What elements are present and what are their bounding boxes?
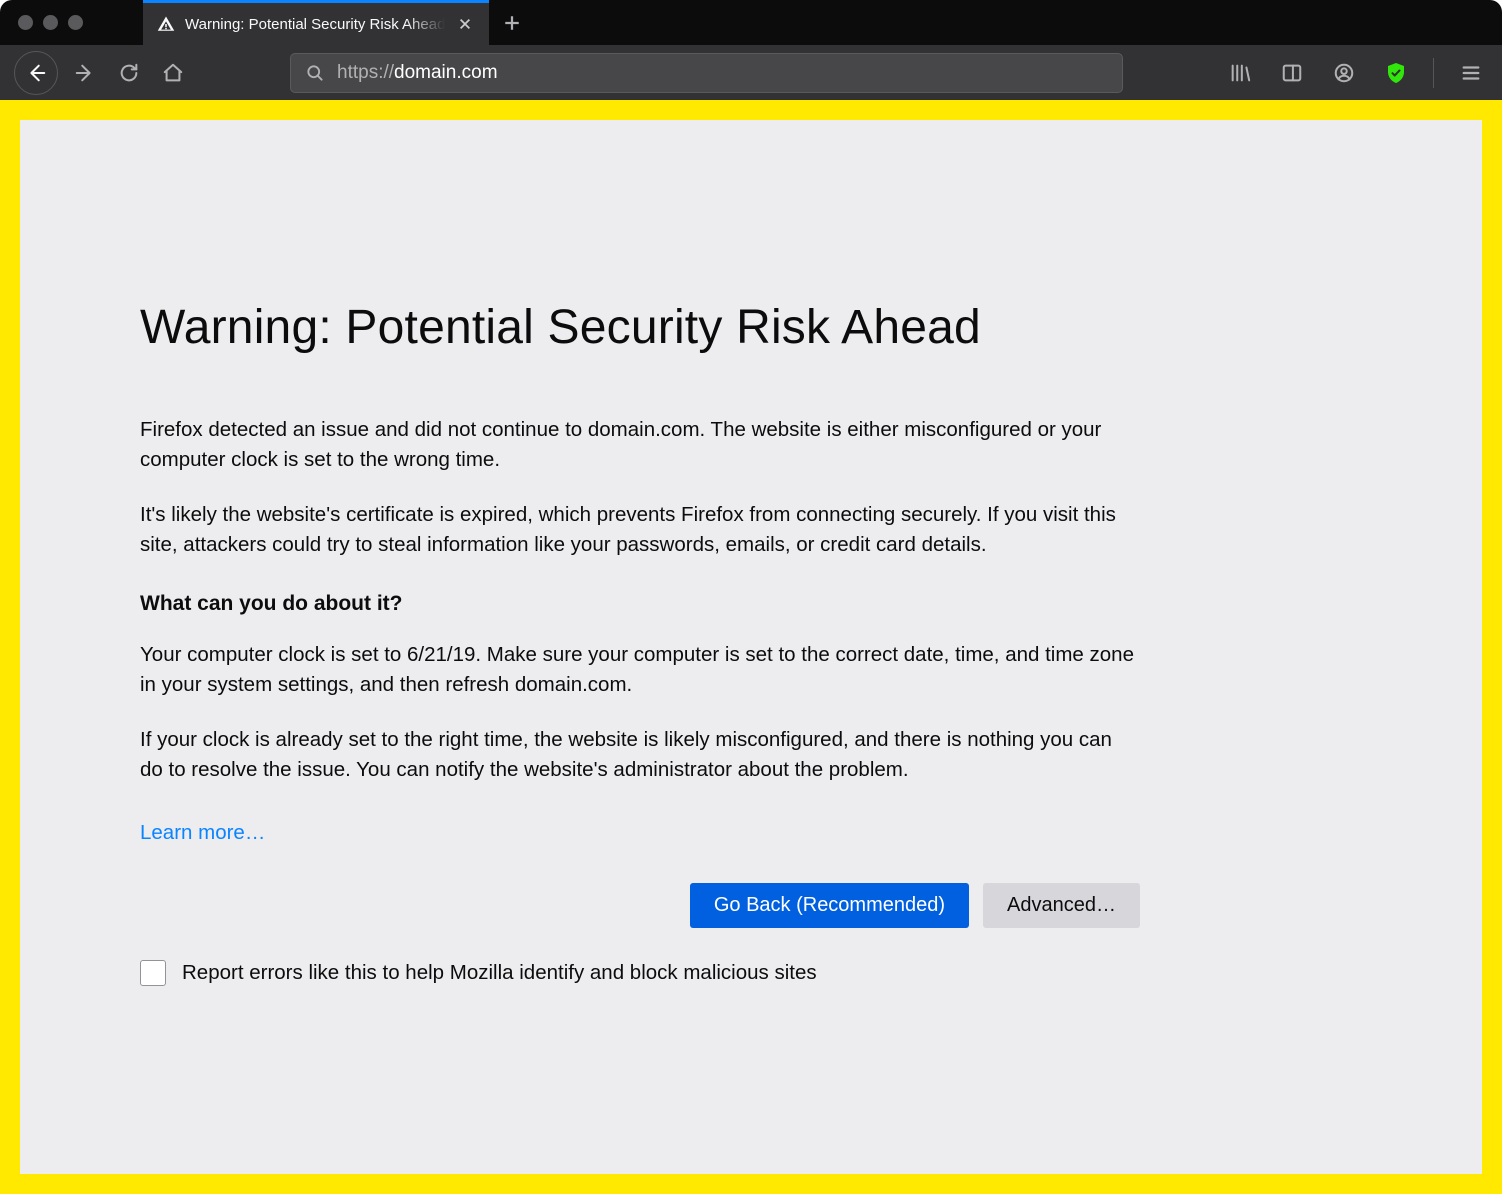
warning-paragraph-1: Firefox detected an issue and did not co… bbox=[140, 415, 1140, 474]
tab-title: Warning: Potential Security Risk Ahead bbox=[185, 16, 445, 33]
advice-paragraph-2: If your clock is already set to the righ… bbox=[140, 725, 1140, 784]
new-tab-button[interactable] bbox=[489, 0, 534, 45]
app-menu-button[interactable] bbox=[1454, 56, 1488, 90]
protections-shield-icon[interactable] bbox=[1379, 56, 1413, 90]
button-row: Go Back (Recommended) Advanced… bbox=[140, 883, 1140, 928]
warning-paragraph-2: It's likely the website's certificate is… bbox=[140, 500, 1140, 559]
window-close-button[interactable] bbox=[18, 15, 33, 30]
browser-tab-active[interactable]: Warning: Potential Security Risk Ahead bbox=[143, 0, 489, 45]
page-heading: Warning: Potential Security Risk Ahead bbox=[140, 300, 1362, 355]
back-button[interactable] bbox=[14, 51, 58, 95]
library-button[interactable] bbox=[1223, 56, 1257, 90]
tab-close-button[interactable] bbox=[455, 14, 475, 34]
toolbar-separator bbox=[1433, 58, 1434, 88]
report-errors-checkbox[interactable] bbox=[140, 960, 166, 986]
window-minimize-button[interactable] bbox=[43, 15, 58, 30]
forward-button[interactable] bbox=[68, 56, 102, 90]
learn-more-link[interactable]: Learn more… bbox=[140, 821, 265, 845]
advanced-button[interactable]: Advanced… bbox=[983, 883, 1140, 928]
content-viewport: Warning: Potential Security Risk Ahead F… bbox=[0, 100, 1502, 1194]
report-errors-row: Report errors like this to help Mozilla … bbox=[140, 960, 1362, 986]
go-back-button[interactable]: Go Back (Recommended) bbox=[690, 883, 969, 928]
window-controls bbox=[0, 15, 83, 30]
tab-strip: Warning: Potential Security Risk Ahead bbox=[143, 0, 534, 45]
url-scheme: https:// bbox=[337, 62, 394, 83]
toolbar-actions bbox=[1223, 56, 1488, 90]
navigation-toolbar: https://domain.com bbox=[0, 45, 1502, 100]
url-text: https://domain.com bbox=[337, 62, 498, 84]
url-bar[interactable]: https://domain.com bbox=[290, 53, 1123, 93]
home-button[interactable] bbox=[156, 56, 190, 90]
titlebar: Warning: Potential Security Risk Ahead bbox=[0, 0, 1502, 45]
subheading: What can you do about it? bbox=[140, 592, 1362, 616]
reload-button[interactable] bbox=[112, 56, 146, 90]
account-button[interactable] bbox=[1327, 56, 1361, 90]
url-host: domain.com bbox=[394, 62, 498, 83]
warning-triangle-icon bbox=[157, 15, 175, 33]
window-zoom-button[interactable] bbox=[68, 15, 83, 30]
search-icon bbox=[305, 63, 325, 83]
advice-paragraph-1: Your computer clock is set to 6/21/19. M… bbox=[140, 640, 1140, 699]
sidebar-button[interactable] bbox=[1275, 56, 1309, 90]
report-errors-label: Report errors like this to help Mozilla … bbox=[182, 961, 817, 985]
security-warning-page: Warning: Potential Security Risk Ahead F… bbox=[20, 120, 1482, 1174]
